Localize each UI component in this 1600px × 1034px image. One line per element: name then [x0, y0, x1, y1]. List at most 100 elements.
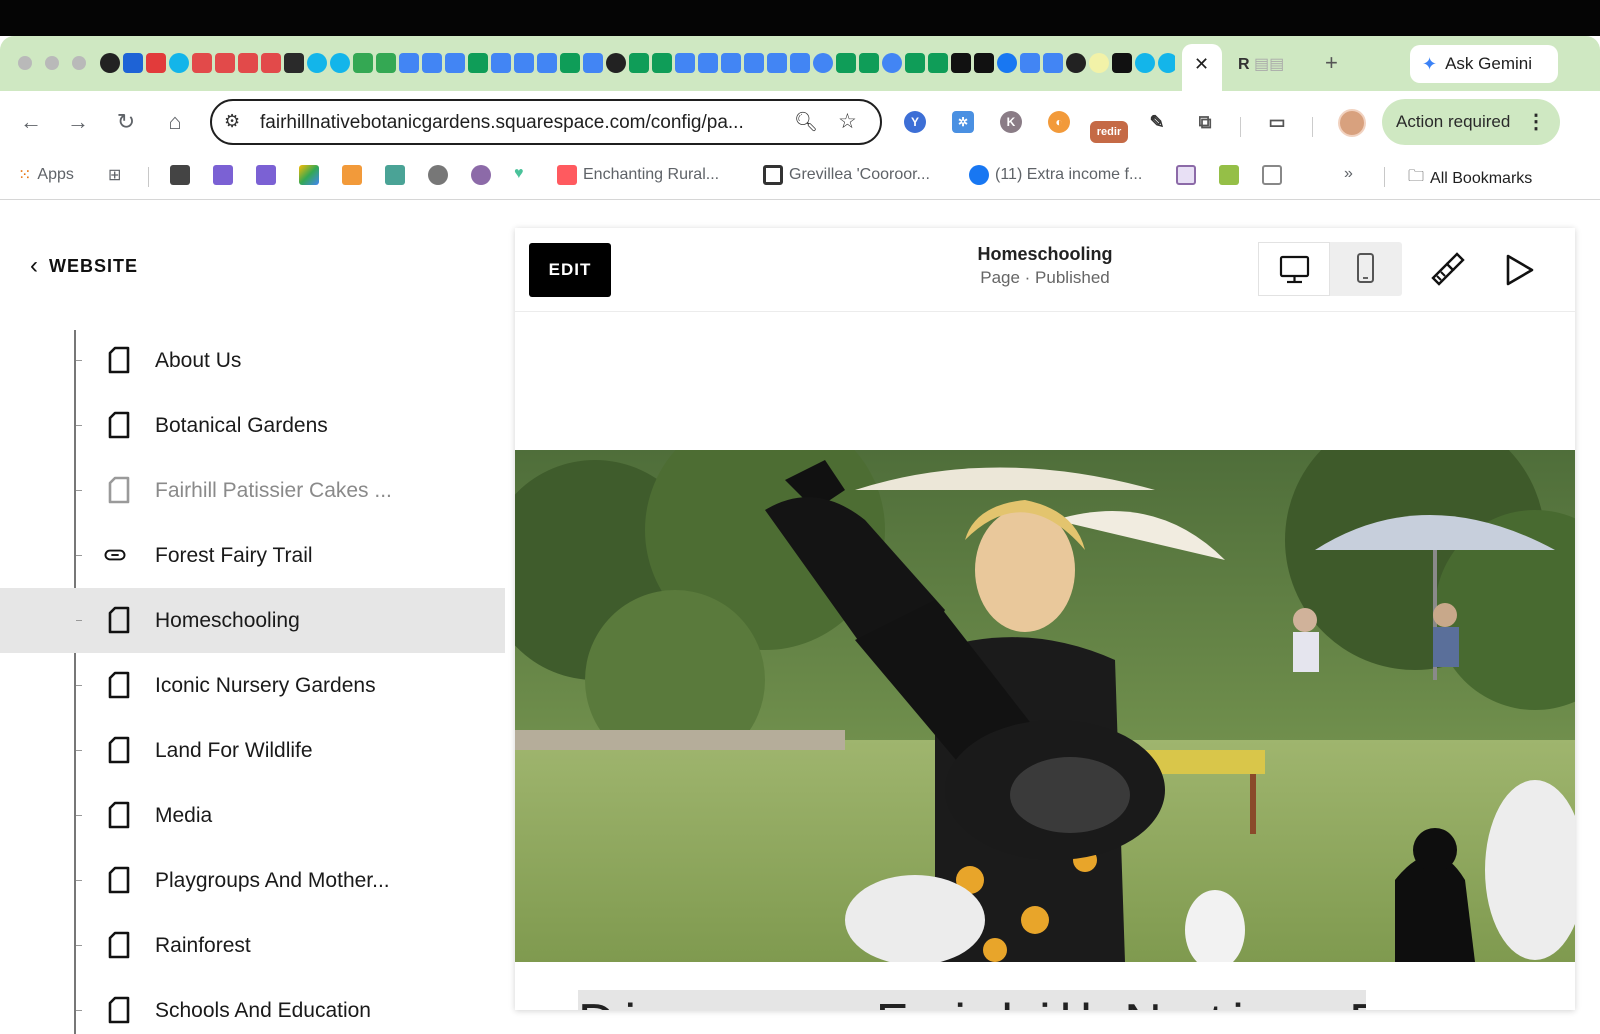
- extension-swirl-icon[interactable]: ◐: [1048, 111, 1070, 133]
- tab-favicon[interactable]: [836, 53, 856, 73]
- tab-favicon[interactable]: [652, 53, 672, 73]
- tab-favicon[interactable]: [307, 53, 327, 73]
- bookmark-forms-2[interactable]: [256, 165, 276, 185]
- tab-favicon[interactable]: [261, 53, 281, 73]
- tab-favicon[interactable]: [491, 53, 511, 73]
- sidebar-page-item[interactable]: Playgroups And Mother...: [0, 848, 505, 913]
- zoom-icon[interactable]: 🔍︎: [794, 110, 818, 134]
- tab-favicon[interactable]: [1112, 53, 1132, 73]
- sidebar-page-item[interactable]: About Us: [0, 328, 505, 393]
- tab-favicon[interactable]: [629, 53, 649, 73]
- window-minimize-dot[interactable]: [45, 56, 59, 70]
- window-zoom-dot[interactable]: [72, 56, 86, 70]
- tab-favicon[interactable]: [1066, 53, 1086, 73]
- bookmark-amazon[interactable]: [170, 165, 190, 185]
- extension-k-icon[interactable]: K: [1000, 111, 1022, 133]
- tab-favicon[interactable]: [560, 53, 580, 73]
- tab-favicon[interactable]: [606, 53, 626, 73]
- tab-favicon[interactable]: [813, 53, 833, 73]
- sidebar-page-item[interactable]: Iconic Nursery Gardens: [0, 653, 505, 718]
- address-url[interactable]: fairhillnativebotanicgardens.squarespace…: [260, 112, 744, 134]
- page-heading-peek[interactable]: Discover Fairhill Native Botanic: [578, 990, 1366, 1010]
- bookmark-facebook[interactable]: (11) Extra income f...: [969, 165, 1142, 185]
- back-to-website-link[interactable]: ‹ WEBSITE: [30, 252, 138, 280]
- sidebar-page-item[interactable]: Homeschooling: [0, 588, 505, 653]
- tab-favicon[interactable]: [123, 53, 143, 73]
- tab-favicon[interactable]: [1043, 53, 1063, 73]
- window-close-dot[interactable]: [18, 56, 32, 70]
- close-tab-icon[interactable]: ✕: [1194, 54, 1209, 75]
- tab-favicon[interactable]: [537, 53, 557, 73]
- tab-favicon[interactable]: [376, 53, 396, 73]
- bookmark-grevillea[interactable]: Grevillea 'Cooroor...: [763, 165, 930, 185]
- action-required-button[interactable]: Action required ⋮: [1382, 99, 1560, 145]
- edit-button[interactable]: EDIT: [529, 243, 611, 297]
- reload-icon[interactable]: ↻: [113, 109, 139, 135]
- bookmark-shopify[interactable]: [1219, 165, 1239, 185]
- pinned-tab-favicons[interactable]: [100, 53, 1175, 75]
- sidebar-page-item[interactable]: Forest Fairy Trail: [0, 523, 505, 588]
- site-styles-button[interactable]: [1427, 250, 1467, 290]
- kebab-menu-icon[interactable]: ⋮: [1526, 109, 1546, 134]
- tab-favicon[interactable]: [721, 53, 741, 73]
- tab-favicon[interactable]: [905, 53, 925, 73]
- bookmark-lion[interactable]: [428, 165, 448, 185]
- bookmark-orange[interactable]: [342, 165, 362, 185]
- bookmark-shell[interactable]: [471, 165, 491, 185]
- bookmark-grid[interactable]: ⊞: [108, 165, 121, 185]
- bookmark-star-icon[interactable]: ☆: [838, 109, 857, 134]
- tab-favicon[interactable]: [951, 53, 971, 73]
- tab-favicon[interactable]: [997, 53, 1017, 73]
- sidebar-page-item[interactable]: Botanical Gardens: [0, 393, 505, 458]
- tab-favicon[interactable]: [1135, 53, 1155, 73]
- tab-favicon[interactable]: [767, 53, 787, 73]
- tab-favicon[interactable]: [215, 53, 235, 73]
- tab-favicon[interactable]: [100, 53, 120, 73]
- tab-favicon[interactable]: [169, 53, 189, 73]
- all-bookmarks-folder[interactable]: 🗀 All Bookmarks: [1408, 165, 1532, 192]
- tab-favicon[interactable]: [468, 53, 488, 73]
- extension-redir-icon[interactable]: redir: [1090, 121, 1128, 143]
- tab-favicon[interactable]: [238, 53, 258, 73]
- mobile-view-button[interactable]: [1330, 242, 1402, 296]
- tab-favicon[interactable]: [192, 53, 212, 73]
- bookmark-apps[interactable]: ⁙ Apps: [18, 165, 74, 185]
- tab-favicon[interactable]: [1089, 53, 1109, 73]
- tab-favicon[interactable]: [422, 53, 442, 73]
- bookmark-green[interactable]: [385, 165, 405, 185]
- tab-favicon[interactable]: [514, 53, 534, 73]
- tab-favicon[interactable]: [859, 53, 879, 73]
- bookmark-pocket[interactable]: [1262, 165, 1282, 185]
- tab-favicon[interactable]: [974, 53, 994, 73]
- tab-search-icon[interactable]: ▭: [1266, 111, 1288, 133]
- tab-favicon[interactable]: [1020, 53, 1040, 73]
- site-settings-icon[interactable]: ⚙: [224, 111, 240, 132]
- new-tab-button[interactable]: +: [1325, 50, 1338, 76]
- tab-favicon[interactable]: [675, 53, 695, 73]
- tab-favicon[interactable]: [744, 53, 764, 73]
- tab-favicon[interactable]: [445, 53, 465, 73]
- eyedropper-icon[interactable]: ✎: [1146, 111, 1168, 133]
- tab-favicon[interactable]: [928, 53, 948, 73]
- extensions-puzzle-icon[interactable]: ⧉: [1194, 111, 1216, 133]
- active-tab[interactable]: ✕: [1182, 44, 1222, 91]
- tab-favicon[interactable]: [284, 53, 304, 73]
- address-bar[interactable]: ⚙ fairhillnativebotanicgardens.squarespa…: [210, 99, 882, 145]
- sidebar-page-item[interactable]: Land For Wildlife: [0, 718, 505, 783]
- home-icon[interactable]: ⌂: [162, 109, 188, 135]
- extension-y-icon[interactable]: Y: [904, 111, 926, 133]
- tab-favicon[interactable]: [882, 53, 902, 73]
- tab-favicon[interactable]: [698, 53, 718, 73]
- tab-favicon[interactable]: [583, 53, 603, 73]
- bookmarks-overflow-icon[interactable]: »: [1344, 165, 1353, 183]
- tab-favicon[interactable]: [330, 53, 350, 73]
- bookmark-check[interactable]: [1176, 165, 1196, 185]
- tab-favicon[interactable]: [1158, 53, 1175, 73]
- tab-favicon[interactable]: [790, 53, 810, 73]
- sidebar-page-item[interactable]: Schools And Education: [0, 978, 505, 1034]
- bookmark-drive[interactable]: [299, 165, 319, 185]
- bookmark-airbnb[interactable]: Enchanting Rural...: [557, 165, 719, 185]
- ask-gemini-button[interactable]: ✦ Ask Gemini: [1410, 45, 1558, 83]
- sidebar-page-item[interactable]: Fairhill Patissier Cakes ...: [0, 458, 505, 523]
- tab-favicon[interactable]: [146, 53, 166, 73]
